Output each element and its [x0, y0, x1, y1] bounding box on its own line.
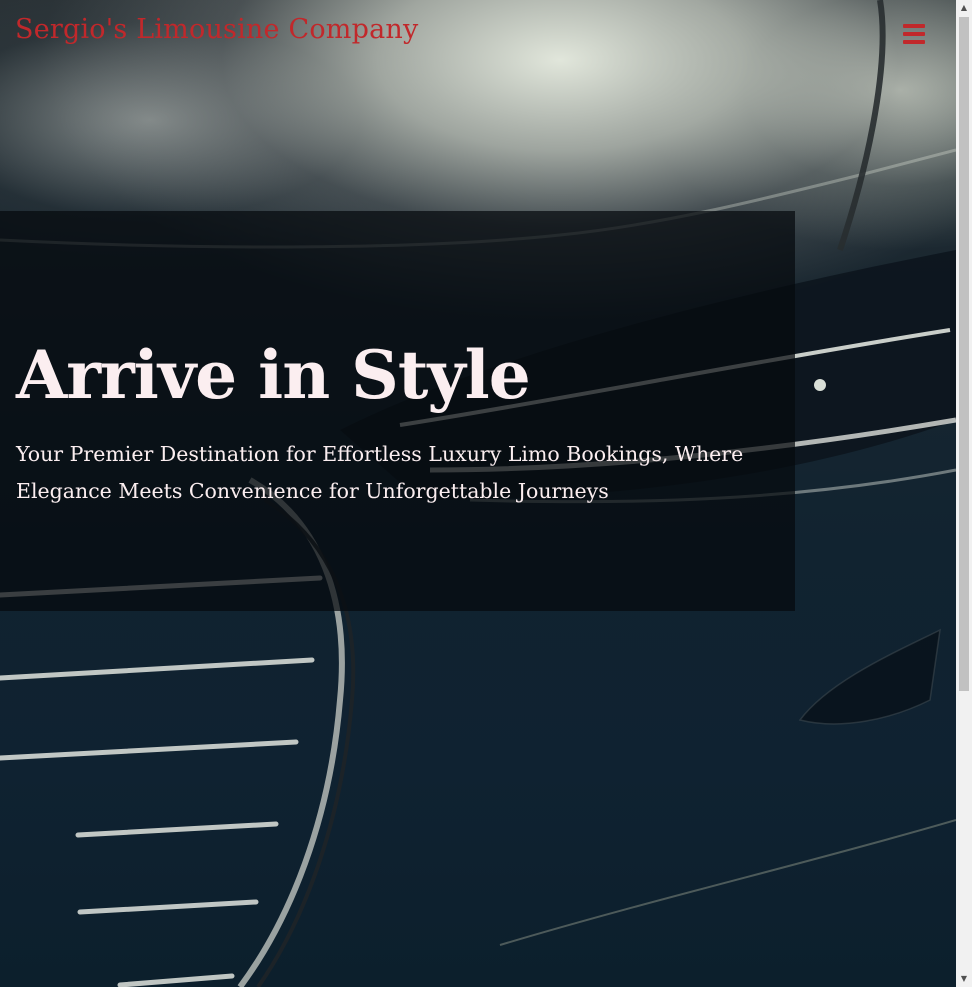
fog-light-recess — [798, 628, 941, 725]
scrollbar-thumb[interactable] — [959, 17, 969, 691]
grille-slats — [0, 575, 323, 987]
bumper-line — [499, 819, 956, 946]
menu-bar-middle — [903, 32, 925, 36]
brand-logo-link[interactable]: Sergio's Limousine Company — [15, 14, 418, 45]
hero-title: Arrive in Style — [16, 336, 531, 414]
top-navbar: Sergio's Limousine Company — [0, 0, 956, 66]
hero-overlay-panel: Arrive in Style Your Premier Destination… — [0, 211, 795, 611]
vertical-scrollbar[interactable]: ▲ ▼ — [956, 0, 972, 987]
headlight-led — [814, 379, 826, 391]
scroll-up-arrow-icon[interactable]: ▲ — [956, 0, 972, 16]
hero-subtitle: Your Premier Destination for Effortless … — [16, 442, 744, 503]
scroll-down-arrow-icon[interactable]: ▼ — [956, 971, 972, 987]
hamburger-menu-icon[interactable] — [903, 24, 925, 44]
menu-bar-bottom — [903, 40, 925, 44]
page-viewport: Sergio's Limousine Company Arrive in Sty… — [0, 0, 972, 987]
menu-bar-top — [903, 24, 925, 28]
